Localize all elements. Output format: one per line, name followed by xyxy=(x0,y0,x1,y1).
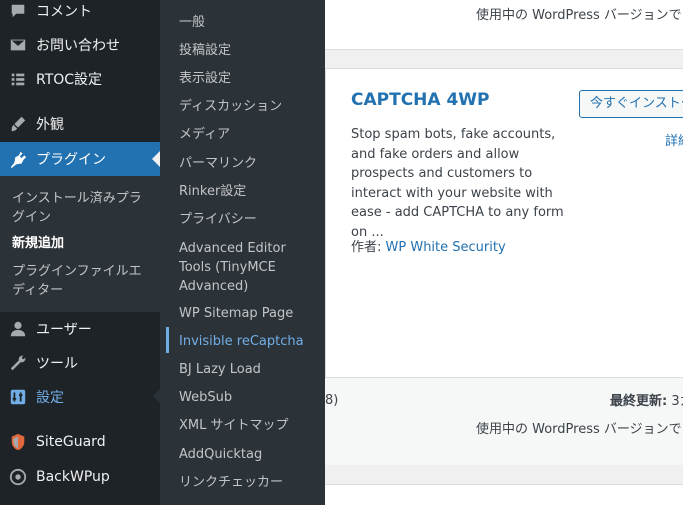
settings-sliders-icon xyxy=(8,387,28,407)
sidebar-item-tools[interactable]: ツール xyxy=(0,346,160,380)
flyout-item-addquicktag[interactable]: AddQuicktag xyxy=(179,445,319,464)
author-link[interactable]: WP White Security xyxy=(386,240,506,255)
last-updated-label: 最終更新: xyxy=(610,394,668,409)
flyout-item-discussion[interactable]: ディスカッション xyxy=(179,97,319,116)
sidebar-item-plugins[interactable]: プラグイン xyxy=(0,142,160,176)
sidebar-item-siteguard[interactable]: SiteGuard xyxy=(0,425,160,459)
plugin-description: Stop spam bots, fake accounts, and fake … xyxy=(351,127,564,240)
sidebar-item-label: SiteGuard xyxy=(36,434,106,450)
mail-icon xyxy=(8,35,28,55)
flyout-item-general[interactable]: 一般 xyxy=(179,13,319,32)
active-menu-arrow xyxy=(152,151,160,167)
sidebar-item-appearance[interactable]: 外観 xyxy=(0,107,160,141)
last-updated-value: 3カ xyxy=(671,394,683,409)
compat-text: 使用中の WordPress バージョンで xyxy=(476,422,682,437)
sidebar-item-label: BackWPup xyxy=(36,469,110,485)
sidebar-item-label: RTOC設定 xyxy=(36,72,103,88)
wrench-icon xyxy=(8,353,28,373)
plugins-submenu: インストール済みプラグイン 新規追加 プラグインファイルエディター xyxy=(0,176,160,312)
sidebar-item-contact[interactable]: お問い合わせ xyxy=(0,28,160,62)
hover-indicator xyxy=(166,327,169,353)
paintbrush-icon xyxy=(8,114,28,134)
sidebar-item-label: 設定 xyxy=(36,390,64,406)
flyout-item-permalinks[interactable]: パーマリンク xyxy=(179,154,319,173)
submenu-item-plugin-editor[interactable]: プラグインファイルエディター xyxy=(12,262,152,300)
sidebar-item-backwpup[interactable]: BackWPup xyxy=(0,460,160,494)
sidebar-item-settings[interactable]: 設定 xyxy=(0,380,160,414)
plugin-title-link[interactable]: CAPTCHA 4WP xyxy=(351,90,490,110)
plugin-cards-area: 使用中の WordPress バージョンで CAPTCHA 4WP 今すぐインス… xyxy=(325,0,683,505)
more-details-link[interactable]: 詳細 xyxy=(665,130,683,149)
sidebar-item-label: ユーザー xyxy=(36,322,92,338)
author-prefix: 作者: xyxy=(351,240,386,255)
sidebar-item-comments[interactable]: コメント xyxy=(0,0,160,28)
sidebar-item-label: コメント xyxy=(36,4,92,20)
sidebar-item-rtoc[interactable]: RTOC設定 xyxy=(0,62,160,96)
sidebar-item-label: お問い合わせ xyxy=(36,38,120,54)
submenu-item-add-new[interactable]: 新規追加 xyxy=(12,234,152,253)
plugin-card-previous: 使用中の WordPress バージョンで xyxy=(325,0,683,50)
rating-count: 8) xyxy=(325,393,339,408)
flyout-item-bj-lazy-load[interactable]: BJ Lazy Load xyxy=(179,360,319,379)
plugin-icon xyxy=(8,149,28,169)
plugin-card-next xyxy=(325,484,683,505)
last-updated: 最終更新: 3カ xyxy=(610,390,683,409)
flyout-item-websub[interactable]: WebSub xyxy=(179,388,319,407)
sidebar-item-label: ツール xyxy=(36,356,78,372)
user-icon xyxy=(8,319,28,339)
sidebar-item-users[interactable]: ユーザー xyxy=(0,312,160,346)
compat-text: 使用中の WordPress バージョンで xyxy=(476,8,682,23)
flyout-item-link-checker[interactable]: リンクチェッカー xyxy=(179,473,319,492)
flyout-item-wp-sitemap-page[interactable]: WP Sitemap Page xyxy=(179,304,319,323)
flyout-item-reading[interactable]: 表示設定 xyxy=(179,69,319,88)
flyout-arrow xyxy=(153,389,160,403)
plugin-author: 作者: WP White Security xyxy=(351,236,506,255)
flyout-item-rinker[interactable]: Rinker設定 xyxy=(179,182,319,201)
backwpup-icon xyxy=(8,467,28,487)
flyout-item-xml-sitemap[interactable]: XML サイトマップ xyxy=(179,416,319,435)
submenu-item-installed-plugins[interactable]: インストール済みプラグイン xyxy=(12,189,152,227)
flyout-item-media[interactable]: メディア xyxy=(179,125,319,144)
sidebar-item-label: 外観 xyxy=(36,117,64,133)
flyout-item-advanced-editor-tools[interactable]: Advanced Editor Tools (TinyMCE Advanced) xyxy=(179,239,319,296)
install-now-button[interactable]: 今すぐインストー xyxy=(579,90,683,118)
list-icon xyxy=(8,69,28,89)
comment-icon xyxy=(8,1,28,21)
flyout-item-writing[interactable]: 投稿設定 xyxy=(179,41,319,60)
siteguard-icon xyxy=(8,432,28,452)
settings-flyout-menu: 一般 投稿設定 表示設定 ディスカッション メディア パーマリンク Rinker… xyxy=(160,0,325,505)
admin-sidebar: コメント お問い合わせ RTOC設定 外観 プラグイン インストール済みプラグイ… xyxy=(0,0,160,505)
sidebar-item-label: プラグイン xyxy=(36,152,106,168)
flyout-item-privacy[interactable]: プライバシー xyxy=(179,210,319,229)
flyout-item-invisible-recaptcha[interactable]: Invisible reCaptcha xyxy=(179,332,319,351)
